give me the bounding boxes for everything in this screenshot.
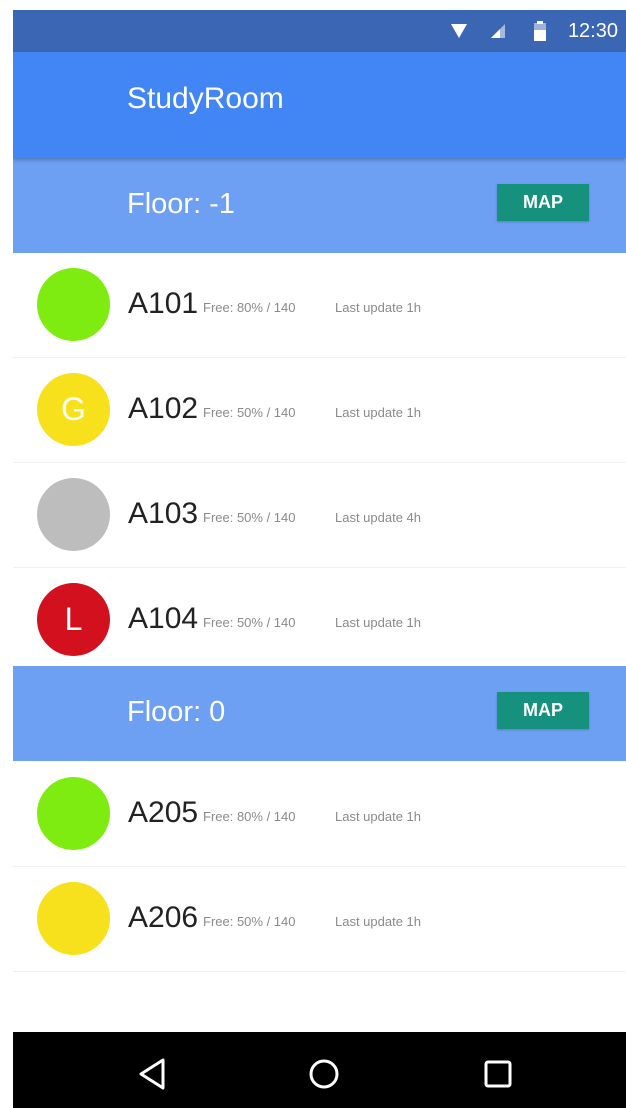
floor-title: Floor: -1: [127, 188, 235, 220]
room-last-update: Last update 4h: [335, 510, 422, 525]
navigation-bar: [13, 1032, 626, 1108]
floor-header: Floor: -1 MAP: [13, 158, 626, 253]
floor-title: Floor: 0: [127, 696, 226, 728]
room-status-avatar: L: [37, 583, 110, 656]
room-status-avatar: [37, 777, 110, 850]
room-row[interactable]: A206 Free: 50% / 140 Last update 1h: [13, 867, 626, 972]
map-button[interactable]: MAP: [497, 184, 589, 221]
room-status-avatar: [37, 882, 110, 955]
room-row[interactable]: A101 Free: 80% / 140 Last update 1h: [13, 253, 626, 358]
room-free-capacity: Free: 50% / 140: [203, 615, 296, 630]
room-row[interactable]: G A102 Free: 50% / 140 Last update 1h: [13, 358, 626, 463]
room-name: A104: [128, 602, 199, 635]
back-icon[interactable]: [131, 1052, 175, 1096]
room-row[interactable]: L A104 Free: 50% / 140 Last update 1h: [13, 568, 626, 673]
room-last-update: Last update 1h: [335, 615, 422, 630]
room-name: A206: [128, 901, 199, 934]
room-status-avatar: [37, 478, 110, 551]
room-name: A205: [128, 796, 199, 829]
room-free-capacity: Free: 50% / 140: [203, 510, 296, 525]
room-name: A102: [128, 392, 199, 425]
phone-screen: 12:30 StudyRoom Floor: -1 MAP A101 Free:…: [13, 10, 626, 1108]
room-status-avatar: [37, 268, 110, 341]
signal-icon: [491, 24, 505, 38]
wifi-icon: [451, 24, 467, 38]
battery-icon: [534, 21, 546, 41]
app-bar: StudyRoom: [13, 52, 626, 158]
room-free-capacity: Free: 80% / 140: [203, 809, 296, 824]
room-name: A103: [128, 497, 199, 530]
room-free-capacity: Free: 80% / 140: [203, 300, 296, 315]
room-name: A101: [128, 287, 199, 320]
room-last-update: Last update 1h: [335, 300, 422, 315]
floor-header: Floor: 0 MAP: [13, 666, 626, 761]
room-last-update: Last update 1h: [335, 405, 422, 420]
room-row[interactable]: A103 Free: 50% / 140 Last update 4h: [13, 463, 626, 568]
room-last-update: Last update 1h: [335, 914, 422, 929]
app-title: StudyRoom: [127, 82, 284, 115]
room-status-avatar: G: [37, 373, 110, 446]
room-last-update: Last update 1h: [335, 809, 422, 824]
room-row[interactable]: A205 Free: 80% / 140 Last update 1h: [13, 762, 626, 867]
status-time: 12:30: [567, 20, 618, 42]
room-free-capacity: Free: 50% / 140: [203, 405, 296, 420]
home-icon[interactable]: [302, 1052, 346, 1096]
status-bar: 12:30: [13, 10, 626, 52]
room-free-capacity: Free: 50% / 140: [203, 914, 296, 929]
map-button[interactable]: MAP: [497, 692, 589, 729]
recents-icon[interactable]: [476, 1052, 520, 1096]
